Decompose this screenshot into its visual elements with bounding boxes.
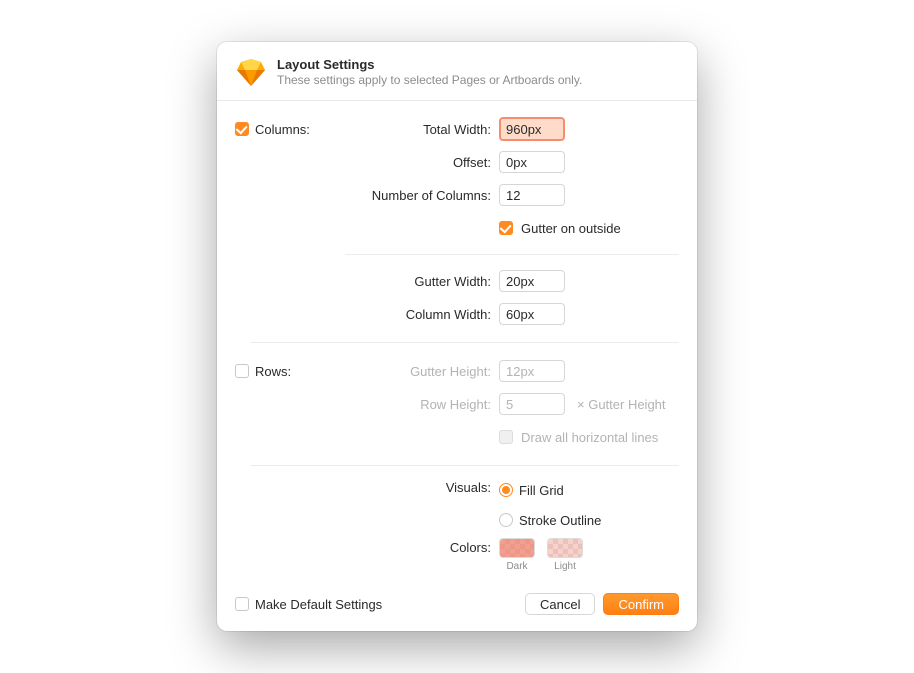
header-text: Layout Settings These settings apply to … [277,57,582,87]
fill-grid-radio[interactable] [499,483,513,497]
gutter-on-outside-label: Gutter on outside [521,221,621,236]
fill-grid-label: Fill Grid [519,483,564,498]
rows-label: Rows: [255,364,291,379]
rows-checkbox[interactable] [235,364,249,378]
gutter-height-label: Gutter Height: [345,364,499,379]
row-height-input [499,393,565,415]
gutter-on-outside-checkbox[interactable] [499,221,513,235]
row-height-label: Row Height: [345,397,499,412]
draw-horizontal-lines-label: Draw all horizontal lines [521,430,658,445]
make-default-checkbox[interactable] [235,597,249,611]
rows-section: Rows: Gutter Height: Row Height: × Gutte… [235,357,679,466]
layout-settings-panel: Layout Settings These settings apply to … [217,42,697,631]
confirm-button[interactable]: Confirm [603,593,679,615]
light-color-label: Light [554,561,576,572]
visuals-label: Visuals: [345,480,499,495]
content: Columns: Total Width: Offset: Number of … [217,101,697,583]
gutter-width-label: Gutter Width: [345,274,499,289]
make-default-label: Make Default Settings [255,597,382,612]
columns-checkbox[interactable] [235,122,249,136]
footer: Make Default Settings Cancel Confirm [217,583,697,631]
light-color-swatch[interactable] [547,538,583,558]
draw-horizontal-lines-checkbox [499,430,513,444]
divider [251,465,679,466]
visuals-section: Visuals: Fill Grid Stroke Outline Colors… [235,480,679,572]
number-of-columns-input[interactable] [499,184,565,206]
column-width-input[interactable] [499,303,565,325]
divider [345,254,679,255]
gutter-width-input[interactable] [499,270,565,292]
number-of-columns-label: Number of Columns: [345,188,499,203]
dialog-subtitle: These settings apply to selected Pages o… [277,73,582,87]
row-height-suffix: × Gutter Height [577,397,666,412]
dialog-title: Layout Settings [277,57,582,72]
divider [251,342,679,343]
offset-label: Offset: [345,155,499,170]
gutter-height-input [499,360,565,382]
columns-label: Columns: [255,122,310,137]
total-width-label: Total Width: [345,122,499,137]
colors-label: Colors: [345,538,499,555]
columns-section: Columns: Total Width: Offset: Number of … [235,115,679,343]
offset-input[interactable] [499,151,565,173]
stroke-outline-radio[interactable] [499,513,513,527]
sketch-app-icon [235,56,267,88]
cancel-button[interactable]: Cancel [525,593,595,615]
header: Layout Settings These settings apply to … [217,42,697,101]
total-width-input[interactable] [499,117,565,141]
dark-color-label: Dark [506,561,527,572]
stroke-outline-label: Stroke Outline [519,513,601,528]
dark-color-swatch[interactable] [499,538,535,558]
column-width-label: Column Width: [345,307,499,322]
